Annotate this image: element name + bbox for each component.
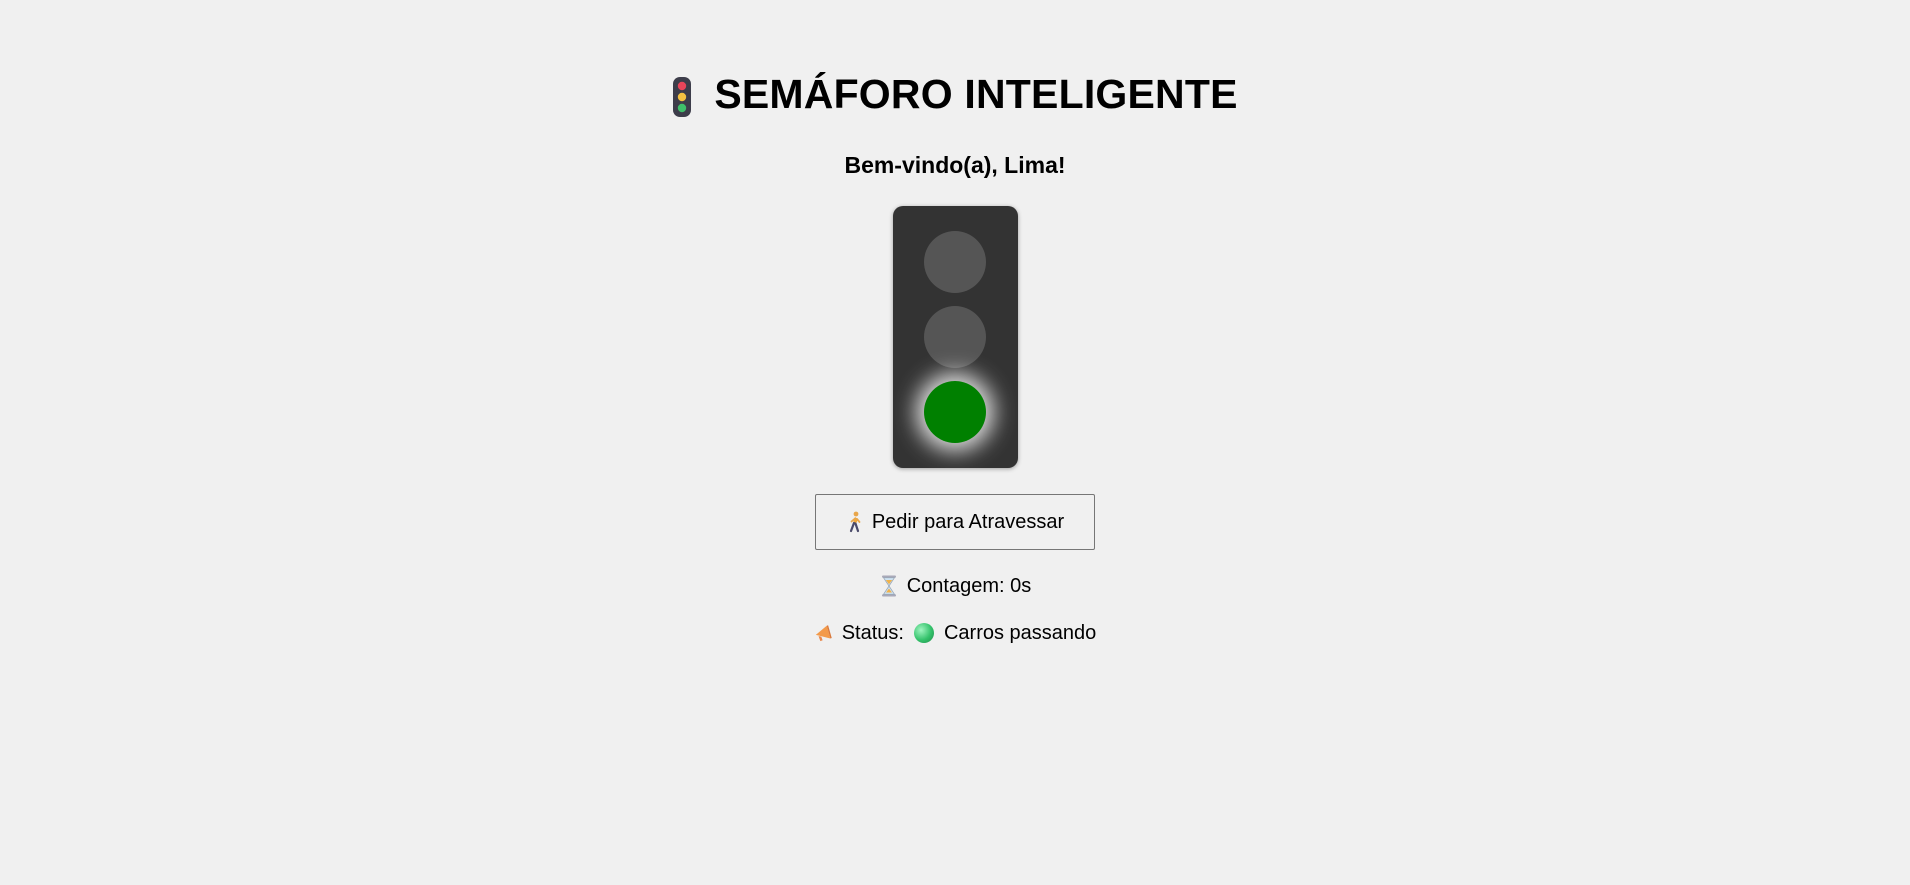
status-text: Carros passando	[943, 622, 1097, 644]
traffic-light	[893, 206, 1018, 468]
countdown: Contagem: 0s	[0, 575, 1910, 597]
traffic-light-icon	[673, 76, 692, 117]
page: SEMÁFORO INTELIGENTE Bem-vindo(a), Lima!…	[0, 0, 1910, 885]
countdown-label: Contagem: 0s	[906, 575, 1032, 597]
hourglass-icon	[881, 575, 896, 597]
megaphone-icon	[815, 625, 832, 642]
page-title: SEMÁFORO INTELIGENTE	[714, 71, 1238, 117]
status-label: Status:	[841, 622, 904, 644]
pedestrian-icon	[849, 511, 861, 533]
request-crossing-button[interactable]: Pedir para Atravessar	[815, 494, 1095, 550]
page-header: SEMÁFORO INTELIGENTE	[0, 71, 1910, 117]
red-lamp	[924, 231, 986, 293]
welcome-message: Bem-vindo(a), Lima!	[844, 152, 1066, 178]
green-circle-icon	[913, 623, 934, 643]
status-line: Status: Carros passando	[0, 622, 1910, 644]
yellow-lamp	[924, 306, 986, 368]
green-lamp	[924, 381, 986, 443]
request-crossing-label: Pedir para Atravessar	[871, 510, 1065, 533]
